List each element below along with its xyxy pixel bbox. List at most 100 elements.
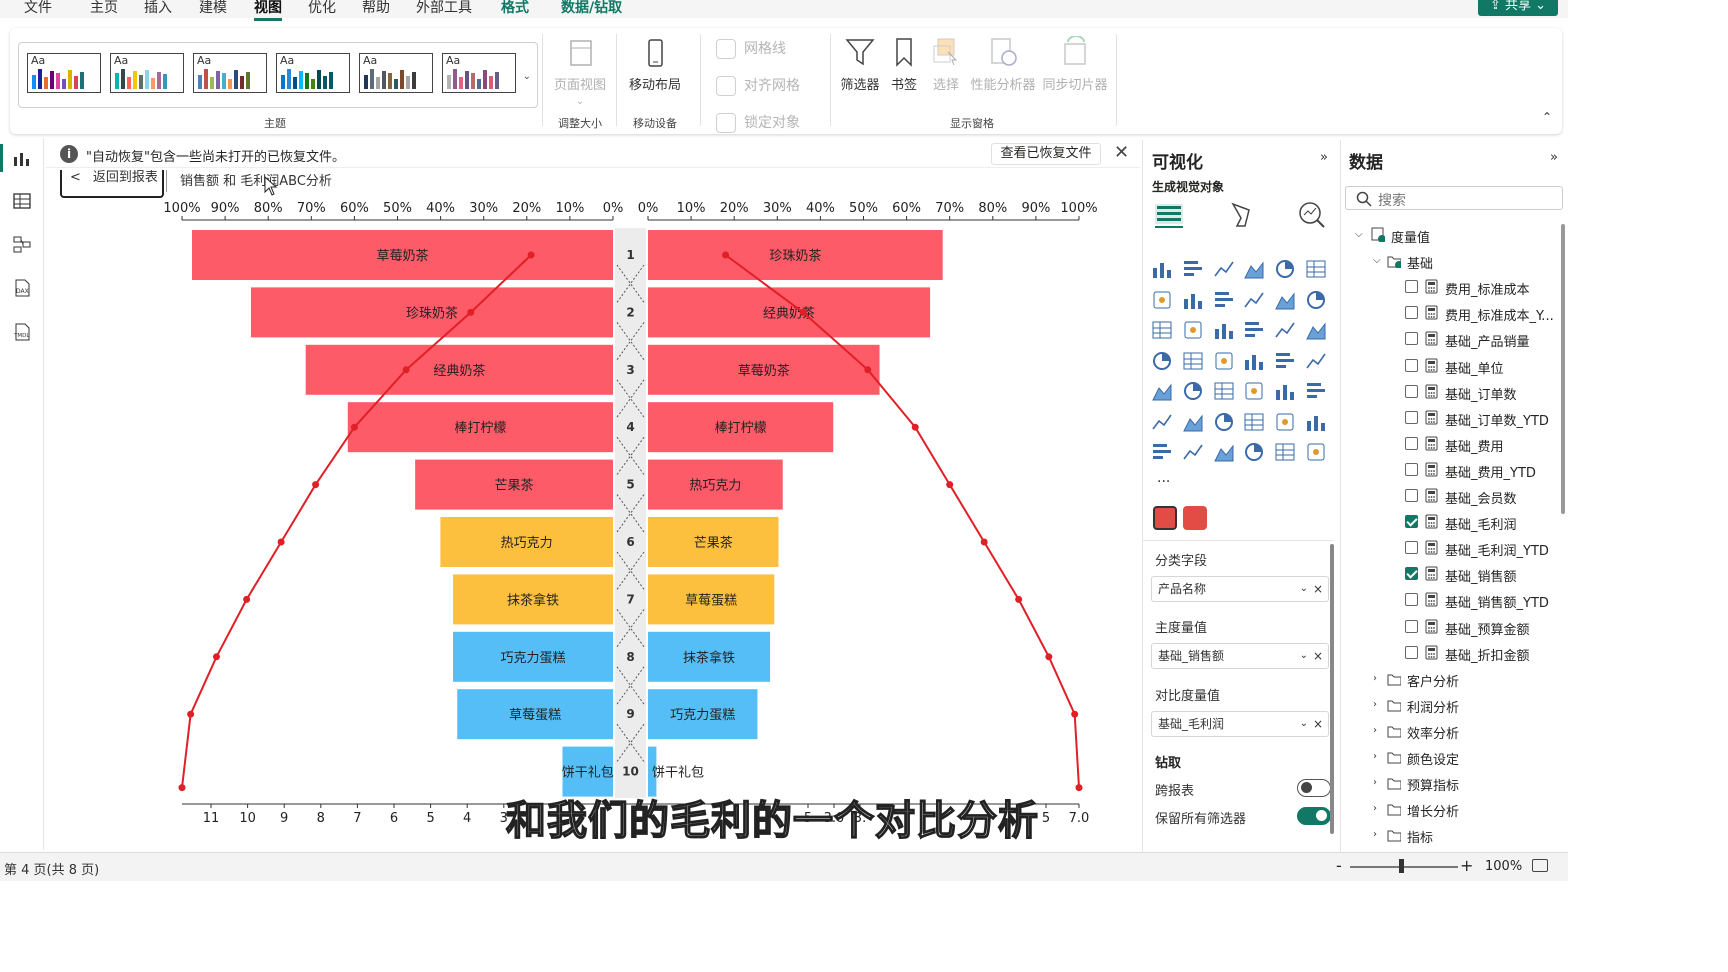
treemap-icon[interactable]	[1151, 350, 1173, 372]
theme-swatch[interactable]: Aa	[27, 53, 101, 93]
field-checkbox[interactable]	[1405, 436, 1418, 450]
field-checkbox[interactable]	[1405, 280, 1418, 294]
report-view-icon[interactable]	[12, 148, 32, 168]
field-item[interactable]: 基础_预算金额	[1341, 618, 1565, 638]
gallery-more-icon[interactable]: ⌄	[523, 71, 531, 82]
close-icon[interactable]: ✕	[1114, 142, 1129, 163]
table-icon[interactable]	[1243, 380, 1265, 402]
compare-measure-well[interactable]: 基础_毛利润 ⌄ ×	[1151, 711, 1329, 737]
field-checkbox[interactable]	[1405, 515, 1418, 529]
main-measure-well[interactable]: 基础_销售额 ⌄ ×	[1151, 643, 1329, 669]
line-and-column-chart-icon[interactable]	[1274, 289, 1296, 311]
build-visual-icon[interactable]	[1155, 200, 1183, 228]
field-checkbox[interactable]	[1405, 593, 1418, 607]
tree-folder[interactable]: › 增长分析	[1341, 800, 1565, 820]
theme-swatch[interactable]: Aa	[110, 53, 184, 93]
matrix-icon[interactable]	[1274, 380, 1296, 402]
field-item[interactable]: 基础_折扣金额	[1341, 644, 1565, 664]
100-stacked-column-chart-icon[interactable]	[1305, 258, 1327, 280]
page-view-button[interactable]: 页面视图 ⌄	[552, 38, 608, 108]
right-cumulative-point[interactable]	[722, 251, 730, 259]
menu-file[interactable]: 文件	[24, 0, 52, 17]
field-item[interactable]: 费用_标准成本_Y...	[1341, 304, 1565, 324]
field-checkbox[interactable]	[1405, 619, 1418, 633]
analytics-icon[interactable]	[1297, 200, 1325, 228]
scatter-chart-icon[interactable]	[1243, 319, 1265, 341]
filters-button[interactable]: 筛选器	[838, 36, 882, 93]
remove-field-icon[interactable]: ×	[1313, 577, 1323, 601]
scrollbar[interactable]	[1330, 544, 1334, 834]
tree-folder[interactable]: › 颜色设定	[1341, 748, 1565, 768]
field-item[interactable]: 基础_单位	[1341, 357, 1565, 377]
stacked-area-chart-icon[interactable]	[1213, 289, 1235, 311]
field-checkbox[interactable]	[1405, 332, 1418, 346]
category-field-well[interactable]: 产品名称 ⌄ ×	[1151, 576, 1329, 602]
lock-objects-checkbox[interactable]: 锁定对象	[716, 112, 800, 133]
back-to-report-button[interactable]: < 返回到报表	[60, 170, 164, 198]
menu-format[interactable]: 格式	[501, 0, 529, 17]
100-stacked-area-chart-icon[interactable]	[1243, 289, 1265, 311]
field-item[interactable]: 基础_产品销量	[1341, 330, 1565, 350]
r-visual-icon[interactable]	[1305, 380, 1327, 402]
remove-field-icon[interactable]: ×	[1313, 712, 1323, 736]
qa-icon[interactable]	[1243, 411, 1265, 433]
left-cumulative-point[interactable]	[350, 423, 358, 431]
menu-help[interactable]: 帮助	[362, 0, 390, 17]
chevron-down-icon[interactable]: ⌄	[1300, 577, 1308, 601]
left-cumulative-point[interactable]	[178, 784, 186, 792]
field-item[interactable]: 基础_毛利润_YTD	[1341, 539, 1565, 559]
more-visuals-icon[interactable]: ...	[1157, 470, 1170, 486]
remove-field-icon[interactable]: ×	[1313, 644, 1323, 668]
multi-row-card-icon[interactable]	[1151, 380, 1173, 402]
key-influencers-icon[interactable]	[1182, 411, 1204, 433]
smart-narrative-icon[interactable]	[1274, 411, 1296, 433]
field-checkbox[interactable]	[1405, 489, 1418, 502]
dax-query-view-icon[interactable]: DAX	[12, 278, 32, 298]
zoom-in-icon[interactable]: +	[1460, 856, 1473, 875]
menu-data-drill[interactable]: 数据/钻取	[561, 0, 622, 17]
field-item[interactable]: 基础_费用	[1341, 435, 1565, 455]
menu-external-tools[interactable]: 外部工具	[416, 0, 472, 17]
menu-insert[interactable]: 插入	[144, 0, 172, 17]
right-cumulative-point[interactable]	[1045, 653, 1053, 661]
field-item[interactable]: 基础_销售额	[1341, 565, 1565, 585]
field-item[interactable]: 基础_会员数	[1341, 487, 1565, 507]
left-cumulative-point[interactable]	[402, 366, 410, 374]
field-item[interactable]: 基础_销售额_YTD	[1341, 591, 1565, 611]
theme-swatch[interactable]: Aa	[193, 53, 267, 93]
tree-folder[interactable]: › 预算指标	[1341, 774, 1565, 794]
funnel-chart-icon[interactable]	[1213, 319, 1235, 341]
area-chart-icon[interactable]	[1182, 289, 1204, 311]
view-recovered-files-button[interactable]: 查看已恢复文件	[991, 143, 1101, 165]
field-item[interactable]: 基础_费用_YTD	[1341, 461, 1565, 481]
power-automate-icon[interactable]	[1213, 441, 1235, 463]
azure-map-icon[interactable]	[1243, 350, 1265, 372]
chevron-right-icon[interactable]: »	[1550, 150, 1558, 165]
chevron-right-icon[interactable]: »	[1320, 150, 1328, 165]
chevron-down-icon[interactable]: ⌄	[1300, 644, 1308, 668]
zoom-slider[interactable]	[1350, 866, 1458, 868]
sync-slicers-button[interactable]: 同步切片器	[1040, 36, 1110, 93]
chevron-down-icon[interactable]: ⌄	[1300, 712, 1308, 736]
custom-visual-icon[interactable]	[1183, 506, 1207, 530]
right-cumulative-point[interactable]	[911, 423, 919, 431]
field-checkbox[interactable]	[1405, 541, 1418, 555]
model-view-icon[interactable]	[12, 234, 32, 254]
mobile-layout-button[interactable]: 移动布局	[624, 38, 686, 93]
left-cumulative-point[interactable]	[467, 308, 475, 316]
table-view-icon[interactable]	[12, 191, 32, 211]
line-chart-icon[interactable]	[1151, 289, 1173, 311]
zoom-out-icon[interactable]: -	[1336, 856, 1342, 875]
performance-analyzer-button[interactable]: 性能分析器	[968, 36, 1038, 93]
format-visual-icon[interactable]	[1227, 200, 1255, 228]
left-cumulative-point[interactable]	[277, 538, 285, 546]
theme-swatch[interactable]: Aa	[359, 53, 433, 93]
stacked-column-chart-icon[interactable]	[1182, 258, 1204, 280]
line-and-clustered-column-chart-icon[interactable]	[1305, 289, 1327, 311]
snap-grid-checkbox[interactable]: 对齐网格	[716, 75, 800, 96]
gridlines-checkbox[interactable]: 网格线	[716, 38, 786, 59]
map-icon[interactable]	[1182, 350, 1204, 372]
slicer-icon[interactable]	[1213, 380, 1235, 402]
left-cumulative-point[interactable]	[187, 710, 195, 718]
field-item[interactable]: 基础_毛利润	[1341, 513, 1565, 533]
